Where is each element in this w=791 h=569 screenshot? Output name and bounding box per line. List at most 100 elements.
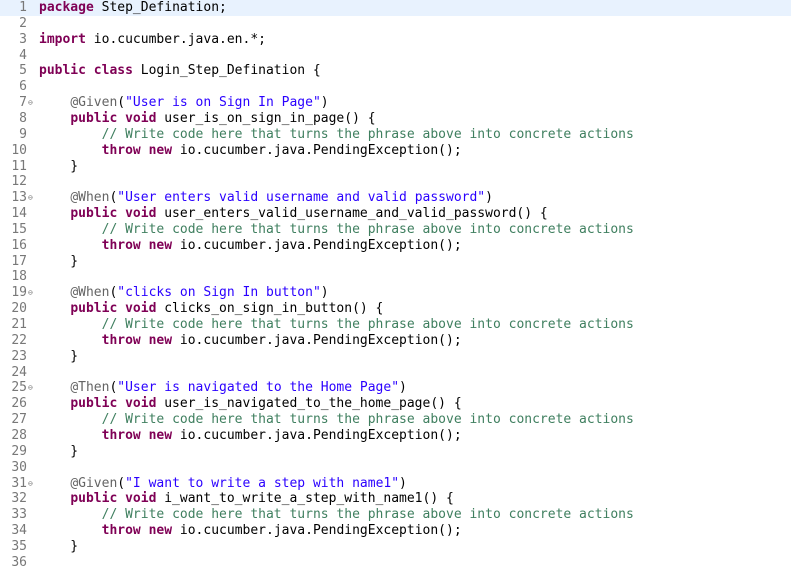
code-line[interactable]: 16 throw new io.cucumber.java.PendingExc… [0,238,791,254]
code-line[interactable]: 3 import io.cucumber.java.en.*; [0,32,791,48]
code-line[interactable]: 24 [0,365,791,381]
code-line[interactable]: 1 package Step_Defination; [0,0,791,16]
line-code: } [39,444,78,460]
code-line[interactable]: 11 } [0,159,791,175]
code-token: ( [117,475,126,491]
code-line[interactable]: 18 [0,269,791,285]
code-line[interactable]: 30 [0,460,791,476]
code-line[interactable]: 8 public void user_is_on_sign_in_page() … [0,111,791,127]
code-line[interactable]: 20 public void clicks_on_sign_in_button(… [0,301,791,317]
line-code: @When("User enters valid username and va… [39,190,493,206]
code-line[interactable]: 33 // Write code here that turns the phr… [0,507,791,523]
line-code: package Step_Defination; [39,0,227,16]
line-code: public void clicks_on_sign_in_button() { [39,301,383,317]
code-line[interactable]: 14 public void user_enters_valid_usernam… [0,206,791,222]
line-number: 30 [11,459,27,475]
code-line[interactable]: 12 [0,174,791,190]
line-code: @Then("User is navigated to the Home Pag… [39,380,407,396]
keyword-token: throw new [101,237,173,253]
line-code: throw new io.cucumber.java.PendingExcept… [39,428,462,444]
code-token: ) [320,285,329,301]
line-number: 16 [11,237,27,253]
fold-collapse-icon[interactable]: ⊖ [28,190,36,206]
line-code: public void user_enters_valid_username_a… [39,206,547,222]
line-code: public void i_want_to_write_a_step_with_… [39,491,454,507]
annotation-token: @When [70,285,110,301]
code-token: } [39,443,79,459]
code-line[interactable]: 31 ⊖ @Given("I want to write a step with … [0,476,791,492]
code-line[interactable]: 27 // Write code here that turns the phr… [0,412,791,428]
comment-token: // Write code here that turns the phrase… [101,412,634,428]
code-line[interactable]: 7 ⊖ @Given("User is on Sign In Page") [0,95,791,111]
line-number: 9 [19,126,27,142]
code-line[interactable]: 9 // Write code here that turns the phra… [0,127,791,143]
code-line[interactable]: 5 public class Login_Step_Defination { [0,63,791,79]
line-number: 3 [19,31,27,47]
code-line[interactable]: 10 throw new io.cucumber.java.PendingExc… [0,143,791,159]
line-number: 8 [19,110,27,126]
fold-collapse-icon[interactable]: ⊖ [28,476,36,492]
code-line[interactable]: 13 ⊖ @When("User enters valid username an… [0,190,791,206]
line-number: 27 [11,412,27,428]
fold-collapse-icon[interactable]: ⊖ [28,285,36,301]
line-number: 23 [11,348,27,364]
code-line[interactable]: 17 } [0,254,791,270]
code-line[interactable]: 28 throw new io.cucumber.java.PendingExc… [0,428,791,444]
line-code: public void user_is_navigated_to_the_hom… [39,396,462,412]
code-line[interactable]: 35 } [0,539,791,555]
code-line[interactable]: 6 [0,79,791,95]
line-number: 14 [11,206,27,222]
line-number: 6 [19,79,27,95]
line-code: } [39,254,78,270]
keyword-token: public void [70,396,157,412]
code-line[interactable]: 23 } [0,349,791,365]
code-token: Step_Defination; [93,0,227,15]
code-token: user_is_on_sign_in_page() { [156,110,376,126]
code-line[interactable]: 36 [0,555,791,569]
string-token: "User enters valid username and valid pa… [117,190,486,206]
code-line[interactable]: 19 ⊖ @When("clicks on Sign In button") [0,285,791,301]
line-code: } [39,349,78,365]
fold-collapse-icon[interactable]: ⊖ [28,380,36,396]
code-line[interactable]: 32 public void i_want_to_write_a_step_wi… [0,491,791,507]
code-token: user_is_navigated_to_the_home_page() { [156,396,462,412]
code-token: Login_Step_Defination { [132,63,321,79]
line-number: 19 [11,285,27,301]
comment-token: // Write code here that turns the phrase… [101,507,634,523]
code-token: io.cucumber.java.PendingException(); [172,237,462,253]
code-line[interactable]: 34 throw new io.cucumber.java.PendingExc… [0,523,791,539]
keyword-token: public void [70,206,157,222]
line-code: } [39,159,78,175]
code-line[interactable]: 25 ⊖ @Then("User is navigated to the Home… [0,380,791,396]
line-code: public class Login_Step_Defination { [39,63,321,79]
line-number: 10 [11,142,27,158]
fold-collapse-icon[interactable]: ⊖ [28,95,36,111]
code-line[interactable]: 2 [0,16,791,32]
code-token: ) [320,95,329,111]
keyword-token: throw new [101,142,173,158]
string-token: "I want to write a step with name1" [125,475,400,491]
line-number: 13 [11,190,27,206]
code-line[interactable]: 26 public void user_is_navigated_to_the_… [0,396,791,412]
code-line[interactable]: 29 } [0,444,791,460]
code-line[interactable]: 22 throw new io.cucumber.java.PendingExc… [0,333,791,349]
keyword-token: throw new [101,427,173,443]
code-line[interactable]: 15 // Write code here that turns the phr… [0,222,791,238]
comment-token: // Write code here that turns the phrase… [101,126,634,142]
line-number: 11 [11,158,27,174]
code-line[interactable]: 21 // Write code here that turns the phr… [0,317,791,333]
code-token: ) [485,190,493,206]
code-editor[interactable]: 1 package Step_Defination; 2 3 import io.cuc… [0,0,791,569]
line-number: 15 [11,221,27,237]
code-line[interactable]: 4 [0,48,791,64]
